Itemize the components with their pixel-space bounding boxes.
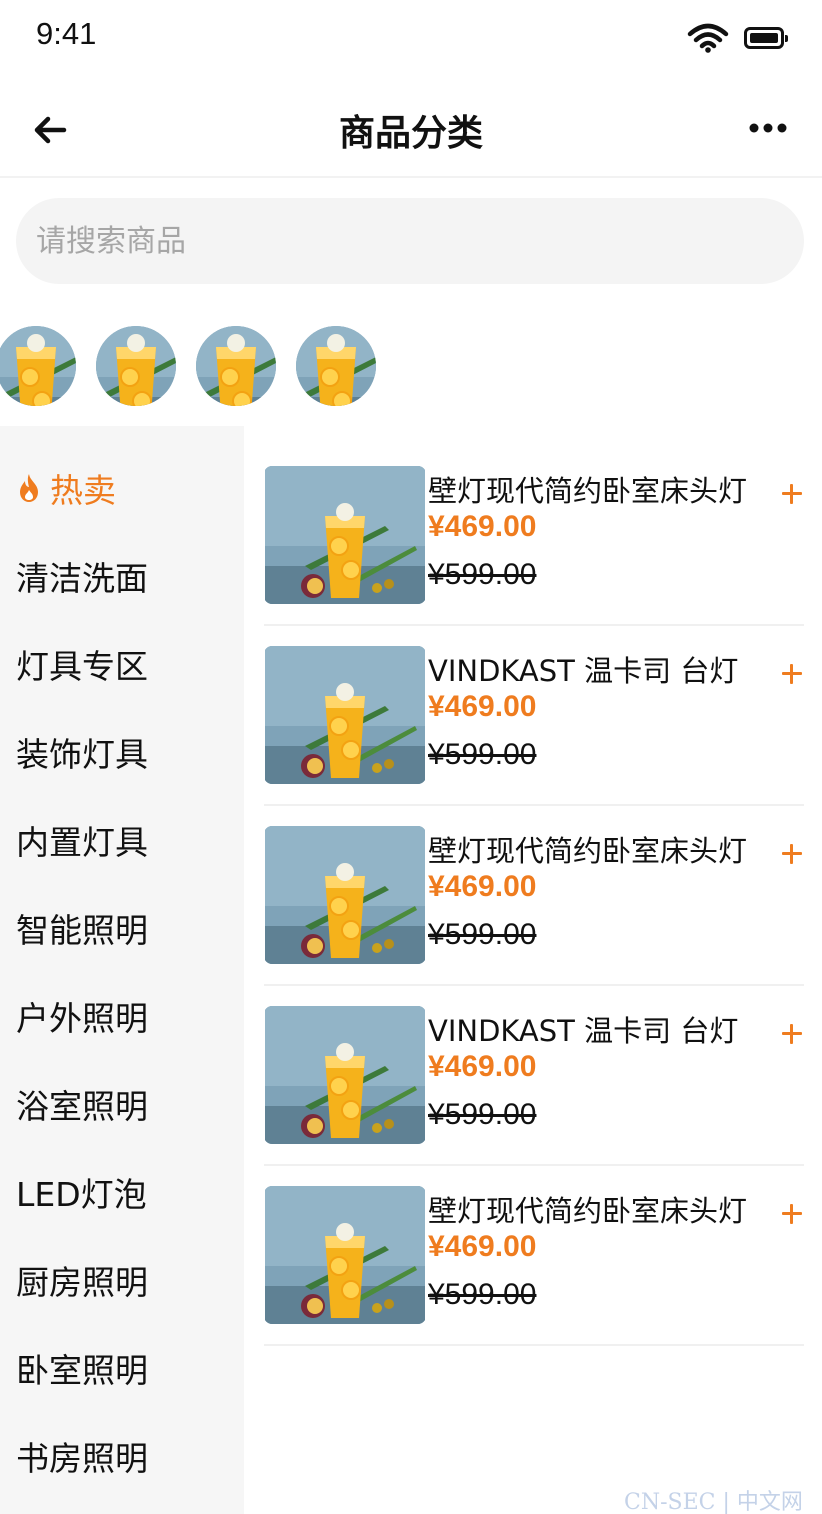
sidebar-item-bedroom[interactable]: 卧室照明 xyxy=(0,1324,244,1412)
banner-thumb[interactable] xyxy=(296,326,376,406)
sidebar-item-smart[interactable]: 智能照明 xyxy=(0,884,244,972)
product-price: ¥469.00 xyxy=(428,690,537,723)
sidebar-item-kitchen[interactable]: 厨房照明 xyxy=(0,1236,244,1324)
nav-bar: 商品分类 xyxy=(0,76,822,178)
fire-icon xyxy=(20,474,38,502)
sidebar-item-label: 热卖 xyxy=(50,471,116,510)
product-name[interactable]: 壁灯现代简约卧室床头灯 xyxy=(428,468,758,510)
wifi-icon xyxy=(687,23,729,53)
add-to-cart-button[interactable] xyxy=(774,1196,810,1232)
sidebar-item-label: 灯具专区 xyxy=(16,647,148,686)
product-image[interactable] xyxy=(264,466,426,604)
product-image[interactable] xyxy=(264,1186,426,1324)
product-price: ¥469.00 xyxy=(428,870,537,903)
status-bar: 9:41 xyxy=(0,0,822,76)
product-card[interactable]: 壁灯现代简约卧室床头灯 ¥469.00 ¥599.00 xyxy=(264,446,804,626)
category-sidebar: 热卖 清洁洗面 灯具专区 装饰灯具 内置灯具 智能照明 户外照明 浴室照明 LE… xyxy=(0,426,244,1514)
sidebar-item-label: LED灯泡 xyxy=(16,1175,147,1214)
sidebar-item-label: 清洁洗面 xyxy=(16,559,148,598)
battery-icon xyxy=(744,27,788,49)
search-input[interactable] xyxy=(36,198,776,284)
sidebar-item-outdoor[interactable]: 户外照明 xyxy=(0,972,244,1060)
product-price: ¥469.00 xyxy=(428,1050,537,1083)
product-image[interactable] xyxy=(264,826,426,964)
product-name[interactable]: VINDKAST 温卡司 台灯 xyxy=(428,648,758,690)
add-to-cart-button[interactable] xyxy=(774,476,810,512)
product-image[interactable] xyxy=(264,646,426,784)
sidebar-item-led[interactable]: LED灯泡 xyxy=(0,1148,244,1236)
product-name[interactable]: VINDKAST 温卡司 台灯 xyxy=(428,1008,758,1050)
sidebar-item-label: 内置灯具 xyxy=(16,823,148,862)
add-to-cart-button[interactable] xyxy=(774,836,810,872)
product-card[interactable]: 壁灯现代简约卧室床头灯 ¥469.00 ¥599.00 xyxy=(264,1166,804,1346)
watermark: CN-SEC | 中文网 xyxy=(624,1490,803,1514)
product-original-price: ¥599.00 xyxy=(428,738,537,771)
product-card[interactable]: VINDKAST 温卡司 台灯 ¥469.00 ¥599.00 xyxy=(264,986,804,1166)
banner-thumb[interactable] xyxy=(0,326,76,406)
banner-row xyxy=(0,326,822,406)
juice-drink-image xyxy=(265,1006,425,1144)
product-price: ¥469.00 xyxy=(428,1230,537,1263)
banner-thumb[interactable] xyxy=(96,326,176,406)
product-original-price: ¥599.00 xyxy=(428,558,537,591)
juice-drink-image xyxy=(265,826,425,964)
product-original-price: ¥599.00 xyxy=(428,1278,537,1311)
sidebar-item-cleansing[interactable]: 清洁洗面 xyxy=(0,532,244,620)
juice-drink-image xyxy=(0,326,76,406)
page-title: 商品分类 xyxy=(338,113,483,154)
product-name[interactable]: 壁灯现代简约卧室床头灯 xyxy=(428,1188,758,1230)
sidebar-item-label: 智能照明 xyxy=(16,911,148,950)
sidebar-item-label: 书房照明 xyxy=(16,1439,148,1478)
sidebar-item-study[interactable]: 书房照明 xyxy=(0,1412,244,1500)
sidebar-item-label: 卧室照明 xyxy=(16,1351,148,1390)
sidebar-item-decorative[interactable]: 装饰灯具 xyxy=(0,708,244,796)
juice-drink-image xyxy=(96,326,176,406)
juice-drink-image xyxy=(196,326,276,406)
search-bar xyxy=(16,198,804,284)
sidebar-item-label: 浴室照明 xyxy=(16,1087,148,1126)
juice-drink-image xyxy=(265,1186,425,1324)
sidebar-item-bathroom[interactable]: 浴室照明 xyxy=(0,1060,244,1148)
product-card[interactable]: VINDKAST 温卡司 台灯 ¥469.00 ¥599.00 xyxy=(264,626,804,806)
product-image[interactable] xyxy=(264,1006,426,1144)
more-options-icon[interactable] xyxy=(748,122,788,134)
sidebar-item-hot[interactable]: 热卖 xyxy=(0,444,244,532)
add-to-cart-button[interactable] xyxy=(774,656,810,692)
sidebar-item-lamps[interactable]: 灯具专区 xyxy=(0,620,244,708)
sidebar-item-label: 装饰灯具 xyxy=(16,735,148,774)
product-name[interactable]: 壁灯现代简约卧室床头灯 xyxy=(428,828,758,870)
juice-drink-image xyxy=(265,466,425,604)
sidebar-item-label: 户外照明 xyxy=(16,999,148,1038)
juice-drink-image xyxy=(296,326,376,406)
sidebar-item-built-in[interactable]: 内置灯具 xyxy=(0,796,244,884)
product-card[interactable]: 壁灯现代简约卧室床头灯 ¥469.00 ¥599.00 xyxy=(264,806,804,986)
product-original-price: ¥599.00 xyxy=(428,918,537,951)
product-original-price: ¥599.00 xyxy=(428,1098,537,1131)
status-time: 9:41 xyxy=(36,16,97,51)
banner-thumb[interactable] xyxy=(196,326,276,406)
sidebar-item-label: 厨房照明 xyxy=(16,1263,148,1302)
add-to-cart-button[interactable] xyxy=(774,1016,810,1052)
product-price: ¥469.00 xyxy=(428,510,537,543)
juice-drink-image xyxy=(265,646,425,784)
